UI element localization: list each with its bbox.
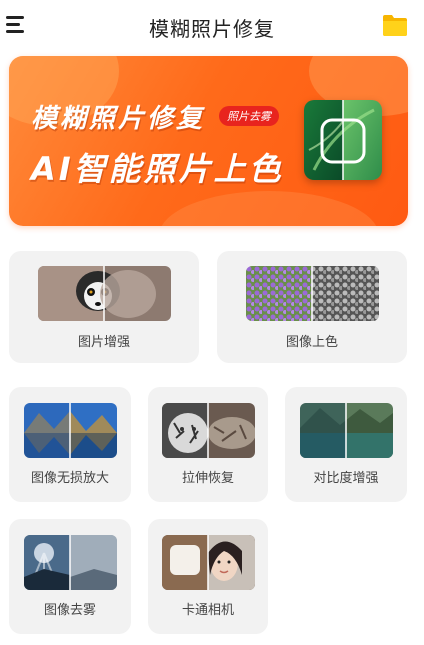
feature-enhance-label: 图片增强 xyxy=(77,335,130,350)
feature-cartoon-camera-card[interactable]: 卡通相机 xyxy=(148,519,268,634)
feature-dehaze-label: 图像去雾 xyxy=(43,603,96,618)
banner-leaf-image xyxy=(304,100,382,180)
lossless-zoom-preview-image xyxy=(24,403,117,458)
feature-colorize-card[interactable]: 图像上色 xyxy=(217,251,407,363)
feature-contrast-enhance-label: 对比度增强 xyxy=(313,471,379,486)
feature-dehaze-card[interactable]: 图像去雾 xyxy=(9,519,131,634)
dehaze-preview-image xyxy=(24,535,117,590)
banner-tag: 照片去雾 xyxy=(219,106,279,126)
feature-colorize-label: 图像上色 xyxy=(285,335,338,350)
contrast-enhance-preview-image xyxy=(300,403,393,458)
feature-cartoon-camera-label: 卡通相机 xyxy=(181,603,234,618)
app-screen: 模糊照片修复 模糊照片修复 照片去雾 AI智能照片上色 图片增强 图像上色 图像… xyxy=(0,0,424,645)
feature-stretch-restore-card[interactable]: 拉伸恢复 xyxy=(148,387,268,502)
feature-stretch-restore-label: 拉伸恢复 xyxy=(181,471,234,486)
page-title: 模糊照片修复 xyxy=(149,17,275,41)
feature-lossless-zoom-label: 图像无损放大 xyxy=(30,471,109,486)
feature-lossless-zoom-card[interactable]: 图像无损放大 xyxy=(9,387,131,502)
banner-subheadline: AI智能照片上色 xyxy=(31,150,284,188)
banner-headline: 模糊照片修复 xyxy=(31,104,206,134)
feature-enhance-card[interactable]: 图片增强 xyxy=(9,251,199,363)
feature-contrast-enhance-card[interactable]: 对比度增强 xyxy=(285,387,407,502)
promo-banner[interactable]: 模糊照片修复 照片去雾 AI智能照片上色 xyxy=(9,56,408,226)
top-bar: 模糊照片修复 xyxy=(0,0,424,52)
cartoon-camera-preview-image xyxy=(162,535,255,590)
colorize-preview-image xyxy=(246,266,379,321)
stretch-restore-preview-image xyxy=(162,403,255,458)
folder-icon[interactable] xyxy=(382,13,408,37)
enhance-preview-image xyxy=(38,266,171,321)
